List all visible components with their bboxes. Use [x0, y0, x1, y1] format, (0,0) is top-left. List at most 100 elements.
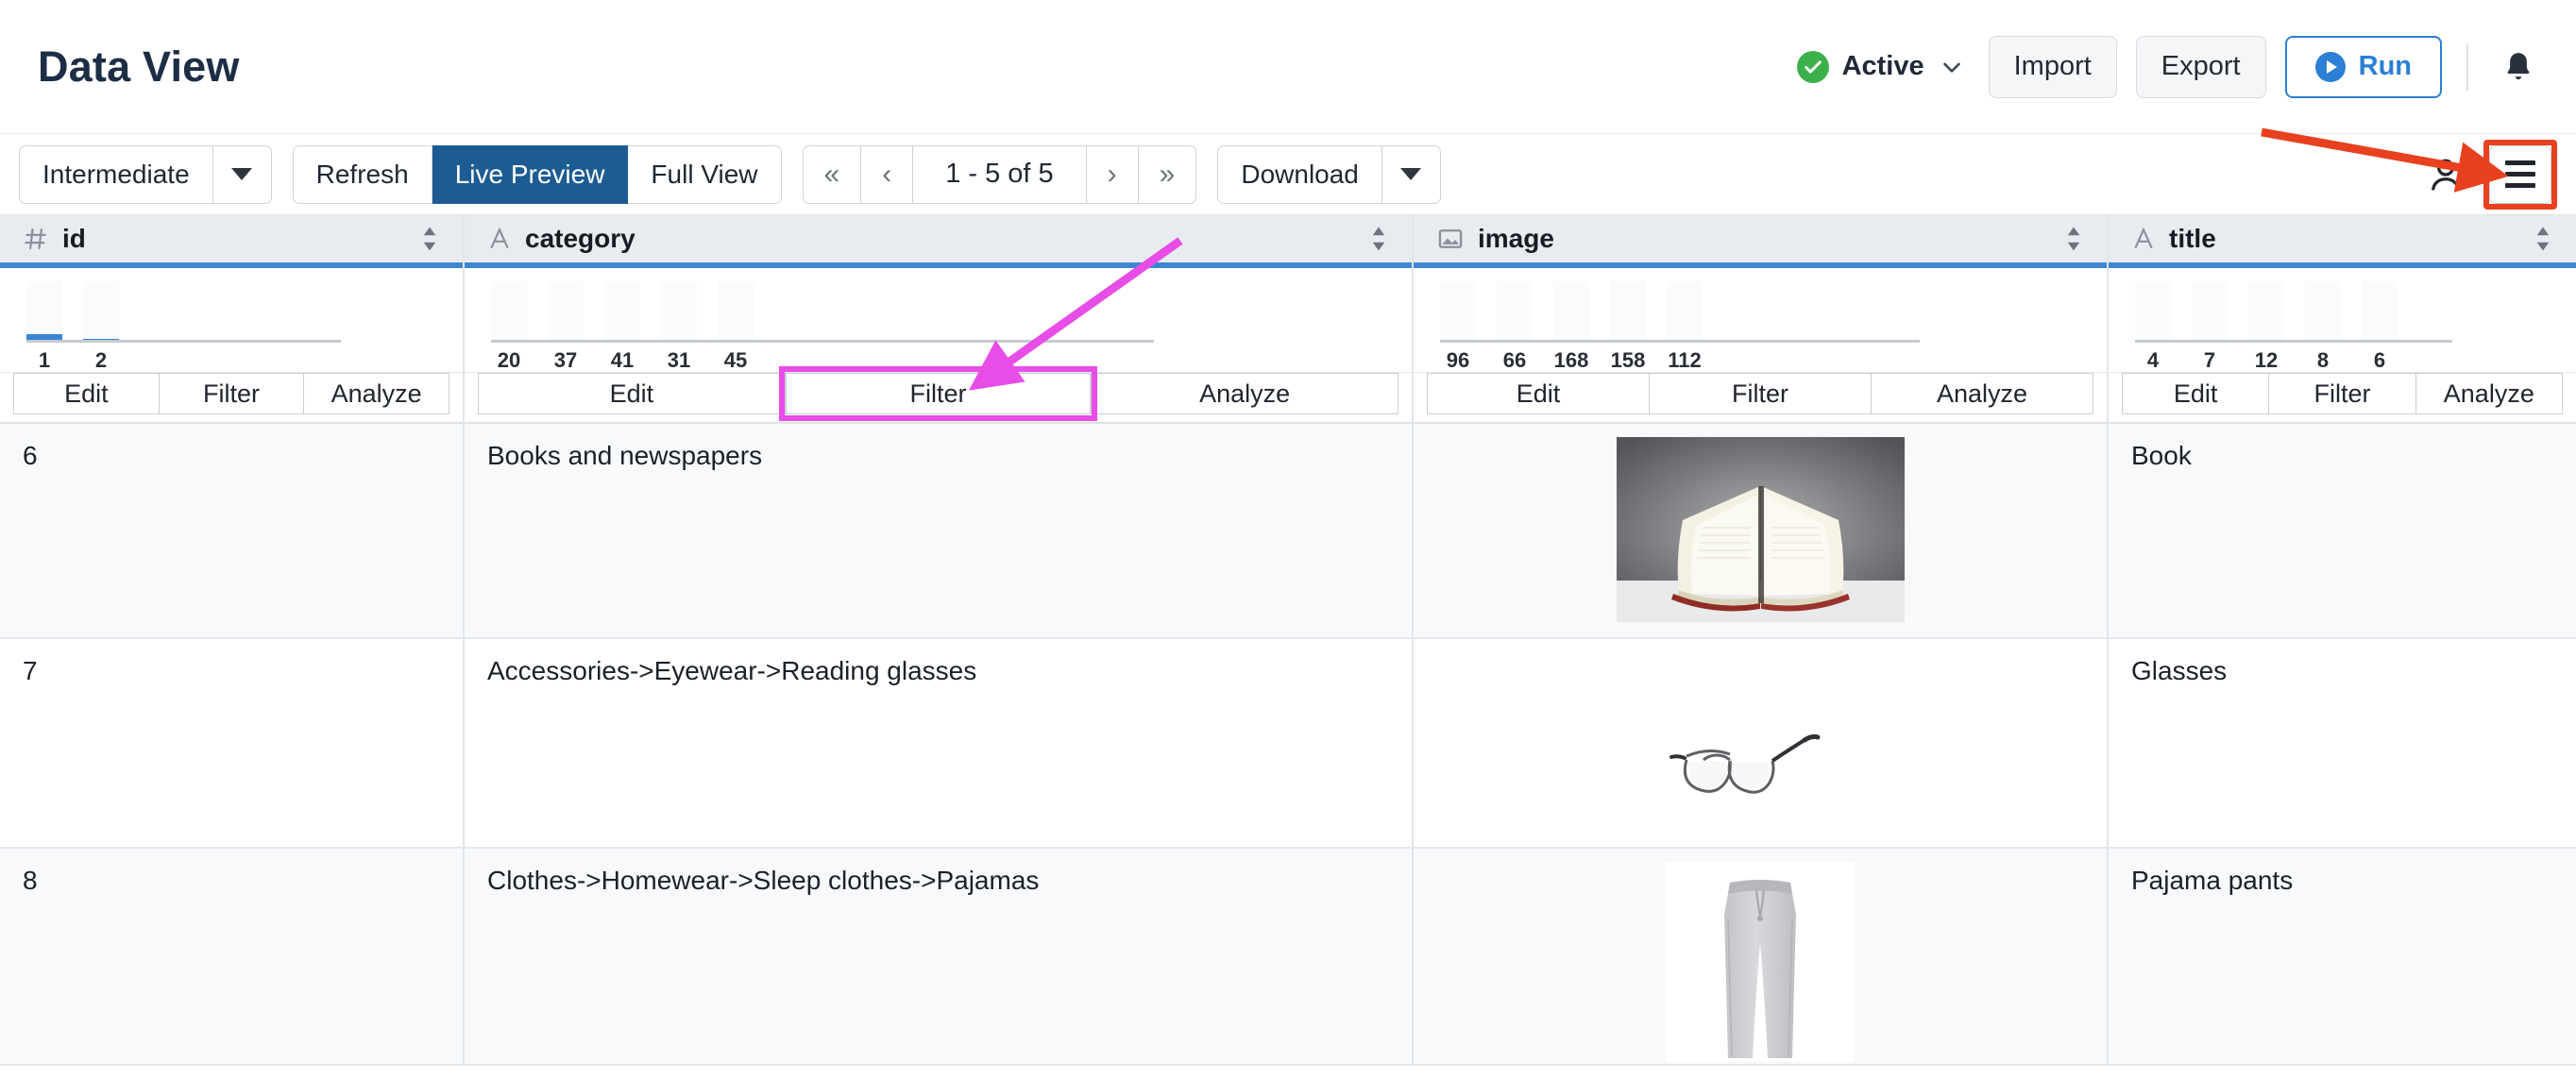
title-analyze-button[interactable]: Analyze [2415, 373, 2563, 414]
notification-bell-icon[interactable] [2493, 48, 2544, 86]
histogram-tick-label: 4 [2146, 348, 2160, 372]
live-preview-tab[interactable]: Live Preview [432, 144, 629, 204]
image-edit-button[interactable]: Edit [1427, 373, 1650, 414]
cell-id: 8 [0, 849, 465, 1066]
full-view-tab[interactable]: Full View [628, 144, 782, 204]
app-root: Data View Active Import Export Run Inter… [0, 0, 2576, 1078]
column-actions-id: Edit Filter Analyze [0, 373, 463, 424]
mode-dropdown[interactable]: Intermediate [19, 144, 272, 204]
cell-id: 7 [0, 639, 465, 849]
histogram-bar-track [2305, 281, 2341, 340]
download-dropdown: Download [1217, 144, 1441, 204]
sort-toggle-title[interactable] [2533, 225, 2553, 253]
download-dropdown-caret[interactable] [1381, 144, 1441, 204]
export-button[interactable]: Export [2135, 35, 2266, 98]
histogram-bar-track [1497, 281, 1533, 340]
play-icon [2314, 51, 2346, 82]
cell-image [1414, 639, 2109, 849]
column-header-image-label: image [1478, 224, 1554, 253]
histogram-tick-label: 1 [38, 348, 51, 372]
download-button[interactable]: Download [1217, 144, 1382, 204]
histogram-tick-label: 45 [723, 348, 748, 372]
id-edit-button[interactable]: Edit [13, 373, 160, 414]
cell-category: Clothes->Homewear->Sleep clothes->Pajama… [465, 849, 1414, 1066]
grid-header-row: id category image title [0, 215, 2576, 268]
histogram-axis [2135, 340, 2453, 343]
histogram-bar-track [718, 281, 754, 340]
histogram-id: 12 [0, 268, 465, 373]
histogram-tick-label: 168 [1553, 348, 1589, 372]
cell-title: Glasses [2109, 639, 2576, 849]
histogram-bar [1553, 281, 1589, 340]
histogram-chart-image: 96 66 168 158 112 [1414, 268, 2107, 373]
chevron-down-icon[interactable] [1938, 53, 1966, 81]
actions-title: Edit Filter Analyze [2109, 373, 2576, 424]
last-page-button[interactable]: » [1138, 144, 1197, 204]
category-edit-button[interactable]: Edit [478, 373, 786, 414]
table-row[interactable]: 6 Books and newspapers Book [0, 424, 2576, 639]
sort-toggle-image[interactable] [2063, 225, 2084, 253]
cell-image [1414, 424, 2109, 639]
mode-dropdown-caret[interactable] [212, 144, 272, 204]
histogram-axis [26, 340, 341, 343]
user-account-icon[interactable] [2425, 154, 2466, 195]
mode-dropdown-label[interactable]: Intermediate [19, 144, 213, 204]
next-page-button[interactable]: › [1086, 144, 1139, 204]
open-book-photo [1616, 437, 1905, 622]
histogram-bar-track [491, 281, 527, 340]
table-row[interactable]: 7 Accessories->Eyewear->Reading glasses [0, 639, 2576, 849]
text-letter-a-icon [487, 226, 512, 252]
histogram-bar [1440, 281, 1476, 340]
category-analyze-button[interactable]: Analyze [1091, 373, 1399, 414]
column-header-category-label: category [525, 224, 636, 253]
status-selector[interactable]: Active [1796, 50, 1970, 83]
column-header-id[interactable]: id [0, 215, 463, 268]
histogram-bar [2248, 281, 2284, 340]
run-button[interactable]: Run [2284, 35, 2442, 98]
table-row[interactable]: 8 Clothes->Homewear->Sleep clothes->Paja… [0, 849, 2576, 1066]
grid-actions-row: Edit Filter Analyze Edit Filter Analyze [0, 366, 2576, 424]
id-filter-button[interactable]: Filter [159, 373, 305, 414]
column-header-image[interactable]: image [1414, 215, 2107, 268]
page-info-label: 1 - 5 of 5 [913, 144, 1087, 204]
number-hash-icon [23, 226, 49, 252]
histogram-bar [1610, 281, 1646, 340]
prev-page-button[interactable]: ‹ [861, 144, 914, 204]
first-page-button[interactable]: « [802, 144, 862, 204]
title-filter-button[interactable]: Filter [2269, 373, 2416, 414]
refresh-button[interactable]: Refresh [292, 144, 432, 204]
histogram-bar [548, 281, 584, 340]
image-filter-button[interactable]: Filter [1650, 373, 1872, 414]
histogram-title: 4 7 12 8 6 [2109, 268, 2576, 373]
id-analyze-button[interactable]: Analyze [304, 373, 450, 414]
histogram-bar-track [604, 281, 640, 340]
image-analyze-button[interactable]: Analyze [1872, 373, 2093, 414]
histogram-tick-label: 7 [2203, 348, 2216, 372]
data-grid: id category image title 1 2 20 37 41 31 … [0, 215, 2576, 1066]
column-header-category[interactable]: category [465, 215, 1412, 268]
header-actions: Active Import Export Run [1796, 35, 2544, 98]
hamburger-menu-icon[interactable] [2489, 144, 2551, 204]
menu-highlight-wrapper [2483, 139, 2557, 210]
view-mode-group: Refresh Live Preview Full View [292, 144, 782, 204]
histogram-tick-label: 6 [2373, 348, 2386, 372]
picture-image-icon [1436, 226, 1465, 252]
histogram-bar-track [1667, 281, 1703, 340]
histogram-bar-track [1610, 281, 1646, 340]
cell-category: Accessories->Eyewear->Reading glasses [465, 639, 1414, 849]
histogram-labels: 20 37 41 31 45 [491, 348, 1412, 373]
histogram-category: 20 37 41 31 45 [465, 268, 1414, 373]
title-edit-button[interactable]: Edit [2122, 373, 2270, 414]
import-button[interactable]: Import [1988, 35, 2117, 98]
run-button-label: Run [2358, 51, 2412, 81]
category-filter-button[interactable]: Filter [785, 373, 1092, 414]
histogram-bar [2135, 281, 2171, 340]
column-header-title[interactable]: title [2109, 215, 2576, 268]
histogram-axis [491, 340, 1154, 343]
histogram-bars [1440, 281, 2107, 340]
histogram-bar [2362, 281, 2398, 340]
sort-toggle-id[interactable] [419, 225, 440, 253]
histogram-bar-track [548, 281, 584, 340]
sort-toggle-category[interactable] [1368, 225, 1389, 253]
grid-histogram-row: 12 20 37 41 31 45 96 66 168 158 112 4 7 … [0, 268, 2576, 373]
